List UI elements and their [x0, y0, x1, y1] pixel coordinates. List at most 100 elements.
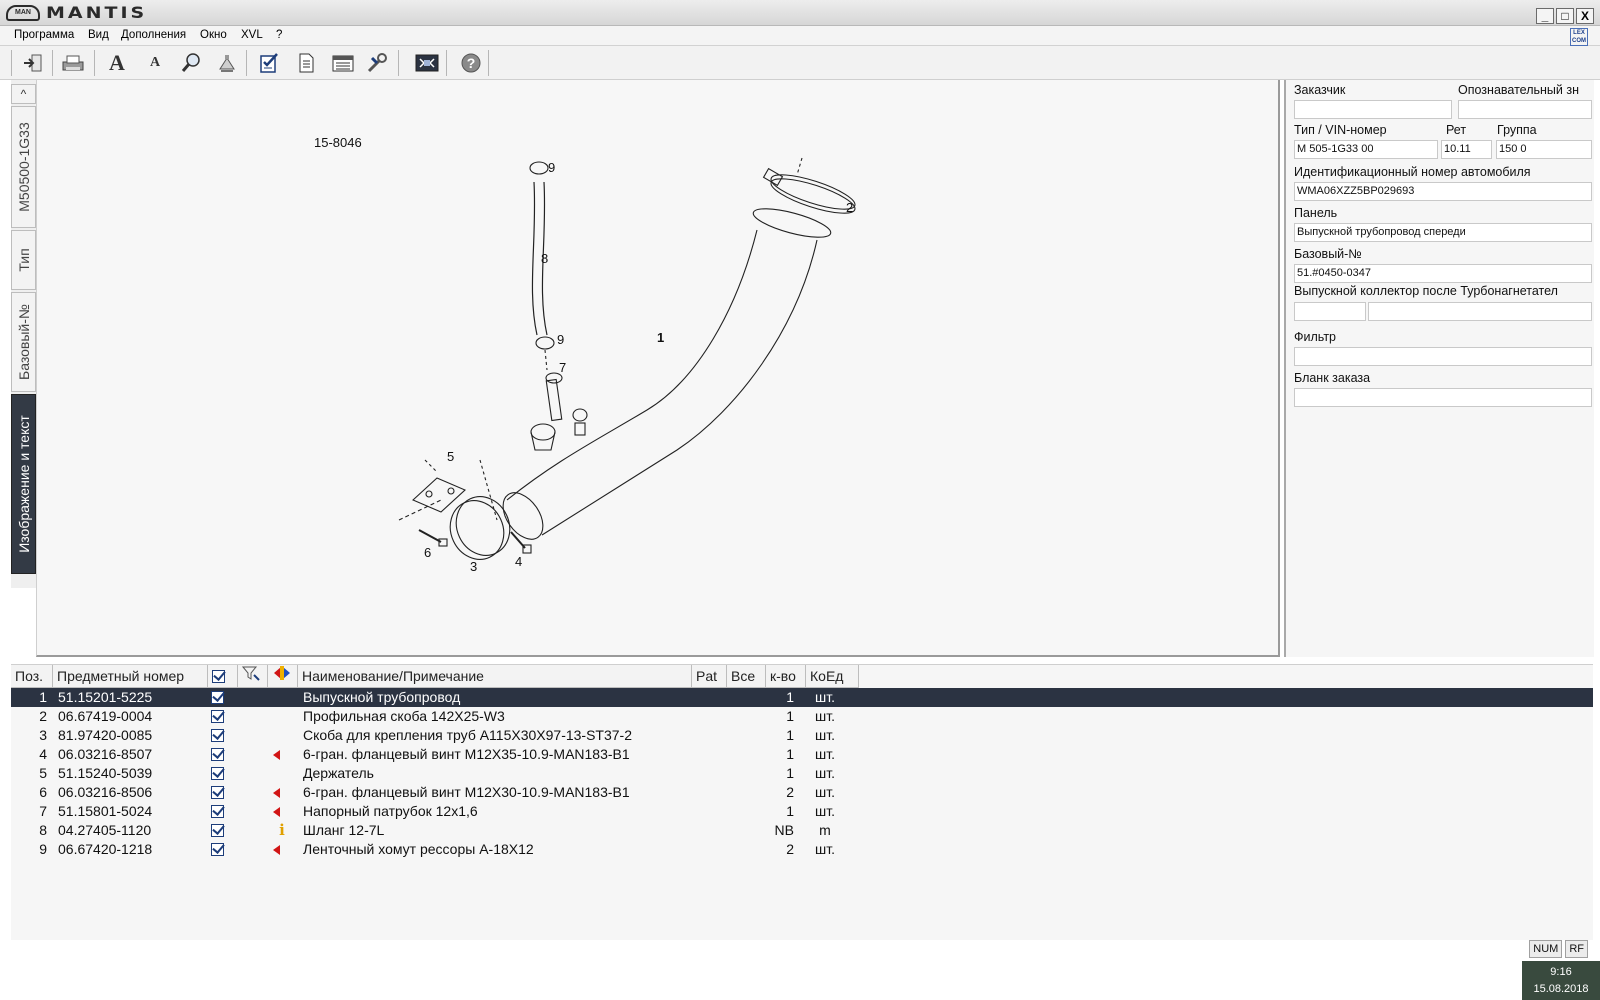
tab-base-number[interactable]: Базовый-№: [11, 292, 36, 392]
exploded-view-drawing[interactable]: 15-8046 9 8 9 7 1 2 5 6 3 4: [36, 80, 1280, 657]
menu-window[interactable]: Окно: [200, 29, 227, 41]
cell-check[interactable]: [211, 783, 224, 802]
parts-table-header: Поз. Предметный номер Наименование/Приме…: [11, 665, 1593, 688]
table-row[interactable]: 2 06.67419-0004 Профильная скоба 142X25-W3…: [11, 707, 1593, 726]
cell-check[interactable]: [211, 726, 224, 745]
cell-check[interactable]: [211, 707, 224, 726]
cell-direction[interactable]: [273, 783, 280, 802]
callout-6[interactable]: 6: [424, 545, 431, 560]
cell-check[interactable]: [211, 688, 224, 707]
base-extra-field-1[interactable]: [1294, 302, 1366, 321]
cell-direction[interactable]: [273, 840, 280, 859]
tab-model[interactable]: M50500-1G33: [11, 106, 36, 228]
col-part-number-header[interactable]: Предметный номер: [53, 665, 208, 688]
menu-help[interactable]: ?: [276, 29, 282, 41]
font-small-icon[interactable]: A: [142, 51, 168, 75]
cell-qty: 1: [786, 727, 794, 743]
table-row[interactable]: 6 06.03216-8506 6-гран. фланцевый винт M12…: [11, 783, 1593, 802]
minimize-button[interactable]: _: [1536, 8, 1554, 24]
base-extra-field-2[interactable]: [1368, 302, 1592, 321]
menu-extras[interactable]: Дополнения: [121, 29, 186, 41]
cell-pos: 2: [39, 708, 47, 724]
callout-9-top[interactable]: 9: [548, 160, 555, 175]
col-name-header[interactable]: Наименование/Примечание: [298, 665, 692, 688]
cell-direction[interactable]: [273, 802, 280, 821]
base-number-field[interactable]: 51.#0450-0347: [1294, 264, 1592, 283]
filter-field[interactable]: [1294, 347, 1592, 366]
col-pos-header[interactable]: Поз.: [11, 665, 53, 688]
group-field[interactable]: 150 0: [1496, 140, 1592, 159]
table-row[interactable]: 5 51.15240-5039 Держатель 1 шт.: [11, 764, 1593, 783]
print-icon[interactable]: [60, 51, 86, 75]
ret-field[interactable]: 10.11: [1441, 140, 1492, 159]
cell-part-number: 06.03216-8507: [58, 746, 153, 762]
table-row[interactable]: 3 81.97420-0085 Скоба для крепления труб A…: [11, 726, 1593, 745]
checklist-icon: [211, 824, 224, 837]
callout-7[interactable]: 7: [559, 360, 566, 375]
callout-8[interactable]: 8: [541, 251, 548, 266]
panel-field[interactable]: Выпускной трубопровод спереди: [1294, 223, 1592, 242]
exit-icon[interactable]: [20, 51, 46, 75]
col-pat-header[interactable]: Pat: [692, 665, 727, 688]
col-qty-header[interactable]: к-во: [766, 665, 806, 688]
tools-icon[interactable]: [364, 51, 390, 75]
cell-pos: 6: [39, 784, 47, 800]
cell-unit: шт.: [815, 689, 835, 705]
cell-part-number: 51.15240-5039: [58, 765, 153, 781]
col-all-header[interactable]: Все: [727, 665, 766, 688]
callout-5[interactable]: 5: [447, 449, 454, 464]
cell-check[interactable]: [211, 840, 224, 859]
col-unit-header[interactable]: КоЕд: [806, 665, 859, 688]
font-large-icon[interactable]: A: [104, 50, 130, 75]
cell-name: Профильная скоба 142X25-W3: [303, 708, 505, 724]
help-icon[interactable]: ?: [458, 51, 484, 75]
close-button[interactable]: X: [1576, 8, 1594, 24]
cell-check[interactable]: [211, 821, 224, 840]
callout-2[interactable]: 2: [846, 200, 853, 215]
checklist-icon[interactable]: [256, 51, 282, 75]
catalog-icon[interactable]: [330, 51, 356, 75]
table-row[interactable]: 8 04.27405-1120 Шланг 12-7L NB m i: [11, 821, 1593, 840]
callout-9-bottom[interactable]: 9: [557, 332, 564, 347]
red-arrow-icon: [273, 788, 280, 798]
tab-image-and-text[interactable]: Изображение и текст: [11, 394, 36, 574]
callout-4[interactable]: 4: [515, 554, 522, 569]
customer-field[interactable]: [1294, 100, 1452, 119]
table-row[interactable]: 1 51.15201-5225 Выпускной трубопровод 1 шт.: [11, 688, 1593, 707]
bracket-3: [449, 500, 505, 560]
screw-6: [418, 529, 442, 543]
system-clock[interactable]: 9:16 15.08.2018: [1522, 961, 1600, 1000]
cell-unit: шт.: [815, 746, 835, 762]
order-form-field[interactable]: [1294, 388, 1592, 407]
col-direction-header[interactable]: [268, 665, 298, 688]
vehicle-id-field[interactable]: WMA06XZZ5BP029693: [1294, 182, 1592, 201]
type-vin-field[interactable]: M 505-1G33 00: [1294, 140, 1438, 159]
table-row[interactable]: 9 06.67420-1218 Ленточный хомут рессоры A-…: [11, 840, 1593, 859]
menu-xvl[interactable]: XVL: [241, 29, 263, 41]
maximize-button[interactable]: □: [1556, 8, 1574, 24]
fit-view-icon[interactable]: [414, 51, 440, 75]
callout-3[interactable]: 3: [470, 559, 477, 574]
cell-info[interactable]: i: [277, 821, 287, 840]
app-title: MANTIS: [46, 3, 148, 23]
callout-1[interactable]: 1: [657, 330, 664, 345]
cell-direction[interactable]: [273, 745, 280, 764]
menu-program[interactable]: Программа: [14, 29, 74, 41]
tab-model-label: M50500-1G33: [15, 122, 32, 212]
lamp-icon[interactable]: [214, 51, 240, 75]
identifier-field[interactable]: [1458, 100, 1592, 119]
tab-scroll-up-button[interactable]: ^: [11, 84, 36, 104]
tab-type[interactable]: Тип: [11, 230, 36, 290]
zoom-icon[interactable]: [178, 51, 204, 75]
app-logo: MAN MANTIS: [6, 4, 147, 22]
cell-check[interactable]: [211, 745, 224, 764]
cell-unit: шт.: [815, 708, 835, 724]
document-icon[interactable]: [293, 51, 319, 75]
menu-view[interactable]: Вид: [88, 29, 109, 41]
col-check-header[interactable]: [208, 665, 238, 688]
table-row[interactable]: 4 06.03216-8507 6-гран. фланцевый винт M12…: [11, 745, 1593, 764]
table-row[interactable]: 7 51.15801-5024 Напорный патрубок 12x1,6 1 ш…: [11, 802, 1593, 821]
col-filter-header[interactable]: [238, 665, 268, 688]
cell-check[interactable]: [211, 802, 224, 821]
cell-check[interactable]: [211, 764, 224, 783]
